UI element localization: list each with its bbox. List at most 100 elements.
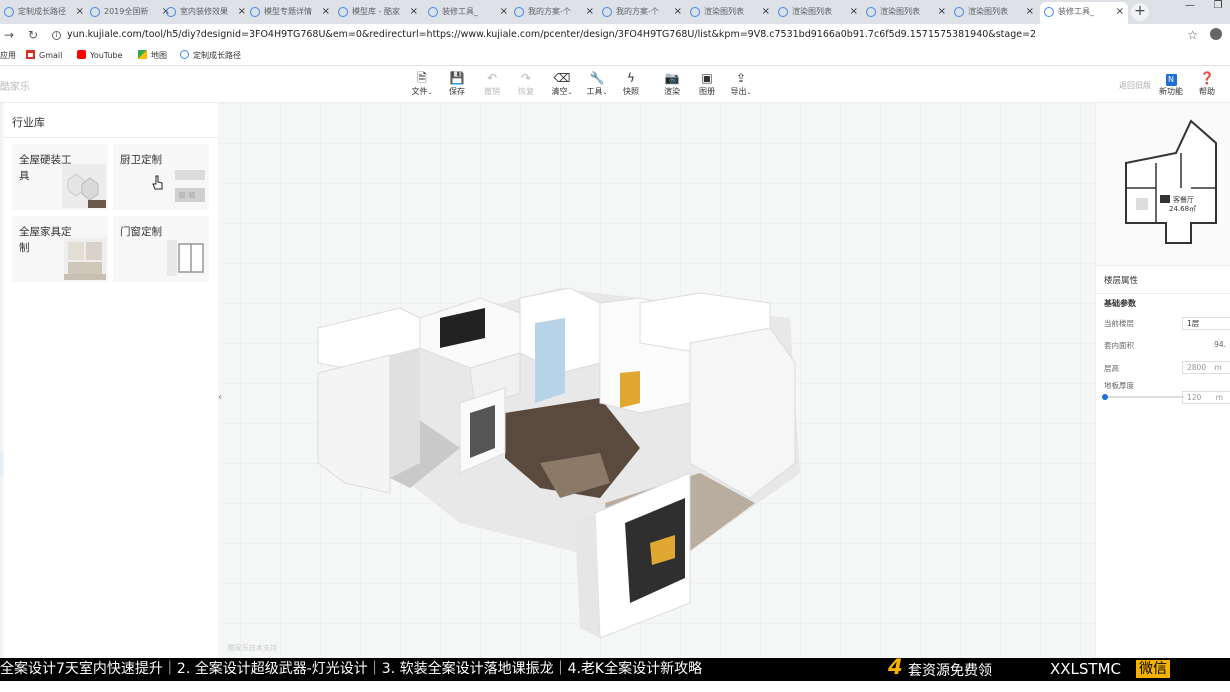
floor-height-label: 层高 [1104,364,1119,373]
slab-thickness-input[interactable]: 120 m [1182,391,1230,404]
bookmark-maps[interactable]: 地图 [138,49,167,63]
browser-tab[interactable]: 室内装修效果 × [162,2,250,24]
eraser-icon: ⌫ [553,71,571,85]
toolbar-file-button[interactable]: 🗎 文件⌄ [405,71,439,97]
maps-icon [138,50,147,59]
toolbar-label: 导出 [730,87,747,96]
floor-height-unit: m [1214,363,1222,372]
site-icon [180,50,189,59]
tab-close-icon[interactable]: × [762,2,770,22]
toolbar-redo-button[interactable]: ↷ 恢复 [509,71,543,97]
help-label: 帮助 [1199,87,1215,96]
collapse-panel-chevron-icon[interactable]: ‹ [218,392,228,408]
hardcover-thumbnail [62,164,106,208]
dropdown-caret-icon: ⌄ [567,89,573,96]
card-door-window-custom[interactable]: 门窗定制 [113,216,209,282]
tab-close-icon[interactable]: × [1026,2,1034,22]
tab-close-icon[interactable]: × [586,2,594,22]
browser-tab[interactable]: 渲染图列表 × [950,2,1038,24]
new-tab-button[interactable]: + [1131,3,1149,21]
tab-close-icon[interactable]: × [938,2,946,22]
tab-title: 渲染图列表 [792,7,832,16]
browser-tab[interactable]: 我的方案-个 × [510,2,598,24]
minimize-button[interactable]: — [1176,0,1204,16]
dropdown-caret-icon: ⌄ [746,89,752,96]
browser-tab[interactable]: 装修工具_ × [424,2,512,24]
maximize-button[interactable]: ❐ [1204,0,1230,16]
toolbar-label: 文件 [411,87,428,96]
info-icon[interactable]: i [52,31,61,40]
browser-tab[interactable]: 装修工具_ × [1040,2,1128,24]
tab-close-icon[interactable]: × [238,2,246,22]
floorplan-minimap[interactable]: 客餐厅 24.68㎡ [1096,103,1230,266]
tab-close-icon[interactable]: × [1116,2,1124,22]
floor-height-input[interactable]: 2800 m [1182,361,1230,374]
browser-tab[interactable]: 渲染图列表 × [862,2,950,24]
wechat-tag: 微信 [1136,660,1170,678]
toolbar-album-button[interactable]: ▣ 图册 [690,71,724,97]
tab-close-icon[interactable]: × [500,2,508,22]
profile-icon[interactable] [1210,28,1222,40]
new-badge-icon: N [1154,71,1188,86]
toolbar-lightning-button[interactable]: ϟ 快照 [614,71,648,97]
tab-title: 2019全国新 [104,7,149,16]
toolbar-undo-button[interactable]: ↶ 撤销 [475,71,509,97]
browser-tab[interactable]: 模型库 - 酷家 × [334,2,422,24]
tab-close-icon[interactable]: × [850,2,858,22]
bookmark-gmail[interactable]: Gmail [26,49,62,63]
youtube-icon [77,50,86,59]
tab-favicon-icon [866,7,876,17]
tab-favicon-icon [690,7,700,17]
bookmark-growth-path[interactable]: 定制成长路径 [180,49,241,63]
slab-thickness-slider[interactable] [1102,394,1184,400]
slider-knob[interactable] [1102,394,1108,400]
current-floor-label: 当前楼层 [1104,319,1134,328]
new-feature-button[interactable]: N 新功能 [1154,71,1188,97]
url-field[interactable]: i yun.kujiale.com/tool/h5/diy?designid=3F… [52,27,1192,43]
toolbar-label: 渲染 [664,87,680,96]
browser-tab[interactable]: 模型专题详情 × [246,2,334,24]
back-to-old-version-link[interactable]: 返回旧版 [1119,80,1151,91]
bookmark-apps[interactable]: 应用 [0,49,16,63]
new-feature-label: 新功能 [1159,87,1183,96]
current-floor-value: 1层 [1187,319,1200,328]
browser-tab[interactable]: 定制成长路径 × [0,2,88,24]
toolbar-save-button[interactable]: 💾 保存 [440,71,474,97]
help-icon: ❓ [1199,71,1215,85]
current-floor-select[interactable]: 1层 [1182,317,1230,330]
tab-favicon-icon [90,7,100,17]
toolbar-label: 图册 [699,87,715,96]
browser-tab[interactable]: 渲染图列表 × [774,2,862,24]
toolbar-eraser-button[interactable]: ⌫ 清空⌄ [545,71,579,97]
help-button[interactable]: ❓ 帮助 [1190,71,1224,97]
toolbar-label: 清空 [551,87,568,96]
tab-close-icon[interactable]: × [322,2,330,22]
browser-tab[interactable]: 渲染图列表 × [686,2,774,24]
toolbar-wrench-button[interactable]: 🔧 工具⌄ [580,71,614,97]
bookmark-star-icon[interactable]: ☆ [1187,28,1198,42]
card-whole-house-hardcover[interactable]: 全屋硬装工具 [12,144,108,210]
browser-tab[interactable]: 我的方案-个 × [598,2,686,24]
browser-tab[interactable]: 2019全国新 × [86,2,174,24]
bookmark-youtube[interactable]: YouTube [77,49,123,63]
app-toolbar: 酷家乐 🗎 文件⌄ 💾 保存 ↶ 撤销 ↷ 恢复 ⌫ 清空⌄ 🔧 工具⌄ ϟ 快照 📷 渲染 ▣ 图册 ⇪ 导出⌄ 返… [0,66,1230,103]
forward-icon[interactable]: → [4,28,14,42]
url-text: yun.kujiale.com/tool/h5/diy?designid=3FO… [67,29,1037,40]
redo-icon: ↷ [520,71,532,85]
wechat-id: XXLSTMC [1050,660,1122,678]
furniture-thumbnail [64,238,106,280]
toolbar-camera-button[interactable]: 📷 渲染 [655,71,689,97]
toolbar-export-button[interactable]: ⇪ 导出⌄ [724,71,758,97]
toolbar-label: 撤销 [484,87,500,96]
album-icon: ▣ [701,71,713,85]
tab-title: 定制成长路径 [18,7,66,16]
bookmark-label: YouTube [90,51,123,60]
tab-close-icon[interactable]: × [674,2,682,22]
tab-title: 渲染图列表 [968,7,1008,16]
tab-close-icon[interactable]: × [76,2,84,22]
slab-thickness-label: 地板厚度 [1104,381,1134,390]
card-whole-house-furniture[interactable]: 全屋家具定制 [12,216,108,282]
reload-icon[interactable]: ↻ [28,28,38,42]
tab-favicon-icon [954,7,964,17]
tab-close-icon[interactable]: × [410,2,418,22]
